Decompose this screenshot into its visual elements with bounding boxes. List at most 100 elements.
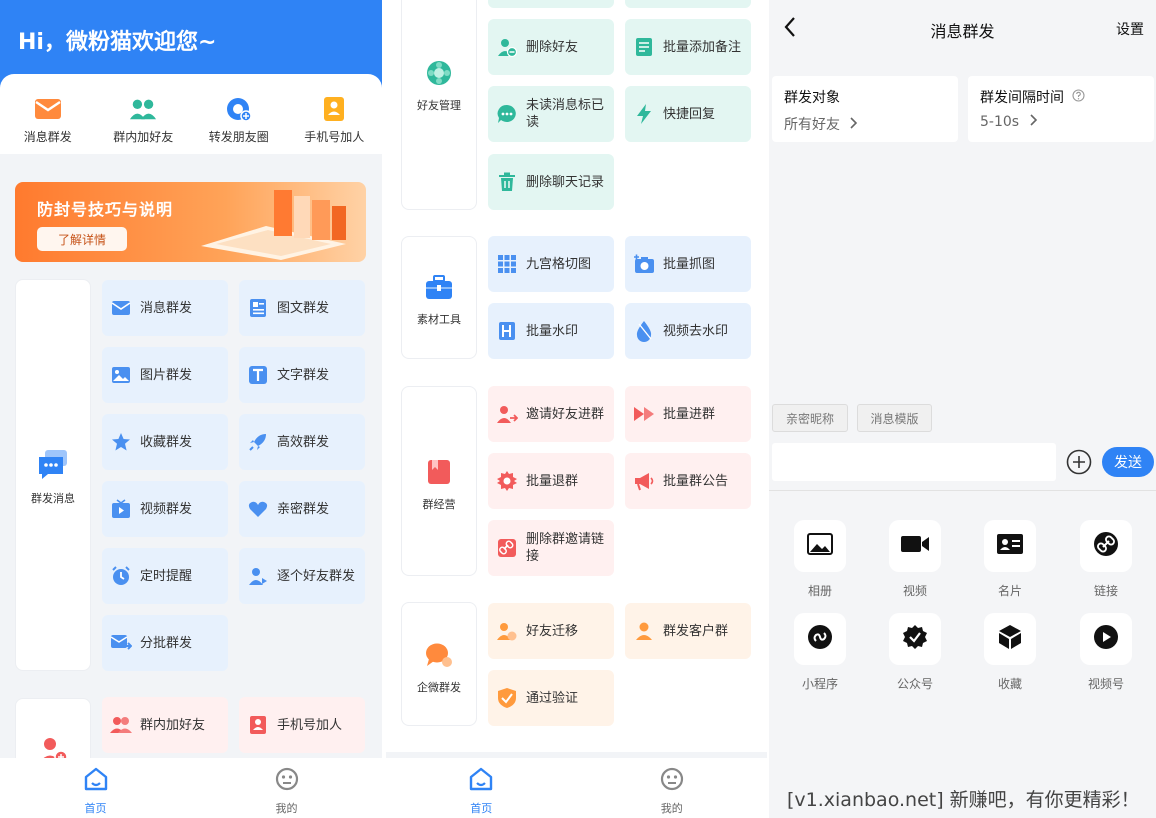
quick-phone-add[interactable]: 手机号加人 — [287, 74, 383, 154]
attach-video[interactable]: 视频 — [880, 520, 950, 599]
tile-nine-grid[interactable]: 九宫格切图 — [488, 236, 614, 292]
link-icon — [1093, 531, 1119, 561]
mini-program-icon — [807, 624, 833, 654]
tile-pass-verification[interactable]: 通过验证 — [488, 670, 614, 726]
attach-official-account[interactable]: 公众号 — [880, 613, 950, 692]
watermark-icon — [496, 320, 518, 342]
tile-video-broadcast[interactable]: 视频群发 — [102, 481, 228, 537]
interval-value: 5-10s — [980, 114, 1020, 130]
tile-batch-announcement[interactable]: 批量群公告 — [625, 453, 751, 509]
tile-image-text[interactable]: 图文群发 — [239, 280, 365, 336]
chip-message-template[interactable]: 消息模版 — [857, 404, 932, 432]
quick-group-add-friend[interactable]: 群内加好友 — [96, 74, 192, 154]
mass-message-screen: 消息群发 设置 群发对象 所有好友 群发间隔时间 5-10s 亲密昵称 消息模版… — [769, 0, 1156, 818]
learn-more-button[interactable]: 了解详情 — [37, 227, 127, 251]
water-drop-icon — [633, 320, 655, 342]
chip-intimate-nickname[interactable]: 亲密昵称 — [772, 404, 848, 432]
tile-favorites-broadcast[interactable]: 收藏群发 — [102, 414, 228, 470]
remove-user-icon — [496, 36, 518, 58]
nav-mine[interactable]: 我的 — [191, 758, 382, 818]
help-circle-icon[interactable] — [1072, 89, 1086, 106]
book-icon — [426, 458, 452, 490]
profile-face-icon — [274, 766, 300, 796]
nav-home[interactable]: 首页 — [0, 758, 191, 818]
tile-batch-leave[interactable]: 批量退群 — [488, 453, 614, 509]
tile-mark-read[interactable]: 未读消息标已读 — [488, 86, 614, 142]
nav-mine[interactable]: 我的 — [577, 758, 768, 818]
tile-remove-video-watermark[interactable]: 视频去水印 — [625, 303, 751, 359]
tile-batch-watermark[interactable]: 批量水印 — [488, 303, 614, 359]
tile-per-friend-broadcast[interactable]: 逐个好友群发 — [239, 548, 365, 604]
tile-customer-group-broadcast[interactable]: 群发客户群 — [625, 603, 751, 659]
add-circle-icon[interactable] — [1066, 449, 1092, 479]
chevron-right-icon — [850, 117, 858, 133]
tile-phone-add[interactable]: 手机号加人 — [239, 697, 365, 753]
contact-card-icon — [320, 96, 348, 122]
tile-scheduled-reminder[interactable]: 定时提醒 — [102, 548, 228, 604]
tile-intimate-broadcast[interactable]: 亲密群发 — [239, 481, 365, 537]
tile-batch-broadcast[interactable]: 分批群发 — [102, 615, 228, 671]
target-selector[interactable]: 群发对象 所有好友 — [772, 76, 958, 142]
mail-icon — [34, 96, 62, 122]
category-wecom-broadcast[interactable]: 企微群发 — [401, 641, 477, 695]
quick-mass-message[interactable]: 消息群发 — [0, 74, 96, 154]
attach-channels[interactable]: 视频号 — [1071, 613, 1141, 692]
shield-check-icon — [496, 687, 518, 709]
category-broadcast[interactable]: 群发消息 — [15, 450, 91, 506]
banner-title: 防封号技巧与说明 — [37, 200, 174, 219]
contact-card-icon — [247, 714, 269, 736]
settings-button[interactable]: 设置 — [1116, 19, 1144, 39]
category-material-tools[interactable]: 素材工具 — [401, 275, 477, 327]
tile-quick-reply[interactable]: 快捷回复 — [625, 86, 751, 142]
photo-icon — [807, 533, 833, 559]
attach-mini-program[interactable]: 小程序 — [785, 613, 855, 692]
tile-mass-message[interactable]: 消息群发 — [102, 280, 228, 336]
anti-ban-banner[interactable]: 防封号技巧与说明 了解详情 — [15, 182, 366, 262]
tile-text-broadcast[interactable]: 文字群发 — [239, 347, 365, 403]
tile-batch-remark[interactable]: 批量添加备注 — [625, 19, 751, 75]
tile-image-broadcast[interactable]: 图片群发 — [102, 347, 228, 403]
target-value-row: 所有好友 — [784, 114, 858, 134]
home-icon — [468, 766, 494, 796]
grid-icon — [496, 253, 518, 275]
customer-user-icon — [633, 620, 655, 642]
tile-delete-group-invite-link[interactable]: 删除群邀请链接 — [488, 520, 614, 576]
gear-icon — [496, 470, 518, 492]
tile-batch-join[interactable]: 批量进群 — [625, 386, 751, 442]
home-screen: Hi，微粉猫欢迎您~ 消息群发 群内加好友 转发朋友圈 手机号加人 防封号技巧与… — [0, 0, 382, 818]
quick-forward-moments[interactable]: 转发朋友圈 — [191, 74, 287, 154]
cube-icon — [998, 624, 1022, 654]
user-migrate-icon — [496, 620, 518, 642]
attach-business-card[interactable]: 名片 — [975, 520, 1045, 599]
mail-icon — [110, 297, 132, 319]
tile-delete-chat-history[interactable]: 删除聊天记录 — [488, 154, 614, 210]
send-button[interactable]: 发送 — [1102, 447, 1154, 477]
attach-album[interactable]: 相册 — [785, 520, 855, 599]
interval-label-row: 群发间隔时间 — [980, 87, 1086, 107]
category-friend-management[interactable]: 好友管理 — [401, 59, 477, 113]
greeting: Hi，微粉猫欢迎您~ — [18, 30, 217, 55]
picture-icon — [110, 364, 132, 386]
interval-selector[interactable]: 群发间隔时间 5-10s — [968, 76, 1154, 142]
tile-delete-friend[interactable]: 删除好友 — [488, 19, 614, 75]
video-camera-icon — [900, 534, 930, 558]
star-icon — [110, 431, 132, 453]
fast-forward-icon — [633, 403, 655, 425]
user-send-icon — [247, 565, 269, 587]
tile-friend-migrate[interactable]: 好友迁移 — [488, 603, 614, 659]
camera-plus-icon — [633, 253, 655, 275]
attach-favorites[interactable]: 收藏 — [975, 613, 1045, 692]
message-input[interactable] — [772, 443, 1056, 481]
tile-batch-capture[interactable]: 批量抓图 — [625, 236, 751, 292]
attach-link[interactable]: 链接 — [1071, 520, 1141, 599]
user-invite-icon — [496, 403, 518, 425]
tile-efficient-broadcast[interactable]: 高效群发 — [239, 414, 365, 470]
tile-group-add-friend[interactable]: 群内加好友 — [102, 697, 228, 753]
nav-home[interactable]: 首页 — [386, 758, 577, 818]
tile-partial-top-left — [488, 0, 614, 8]
category-group-operations[interactable]: 群经营 — [401, 458, 477, 512]
lightning-icon — [633, 103, 655, 125]
tile-invite-friends[interactable]: 邀请好友进群 — [488, 386, 614, 442]
books-illustration-icon — [201, 190, 346, 260]
tools-screen: 好友管理 删除好友 批量添加备注 未读消息标已读 快捷回复 删除聊天记录 素材工… — [386, 0, 767, 818]
